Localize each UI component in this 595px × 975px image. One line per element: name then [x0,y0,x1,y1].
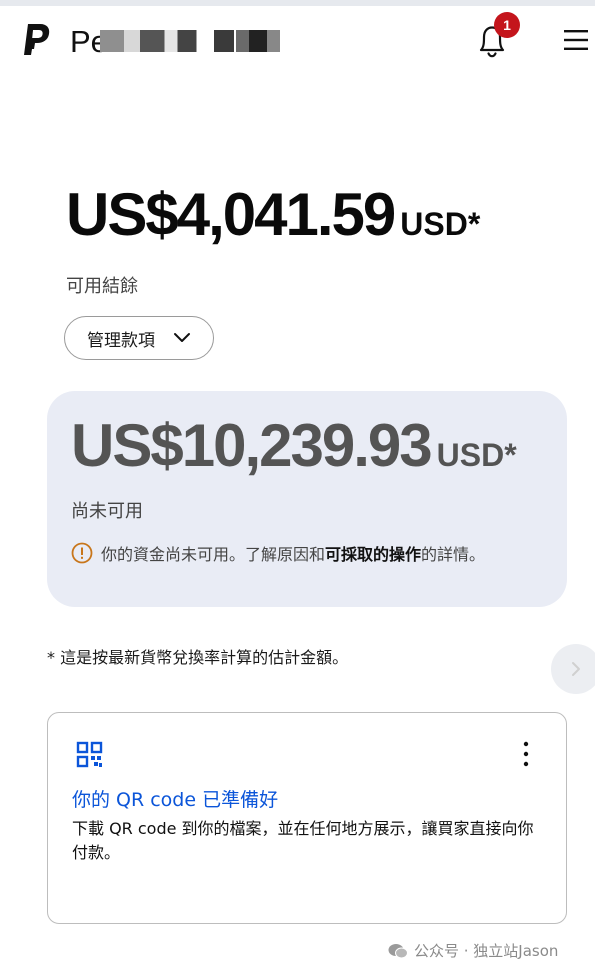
wechat-icon [388,943,408,958]
wechat-watermark: 公众号 · 独立站Jason [388,940,558,961]
redacted-name-block [236,30,280,52]
more-options-icon[interactable] [516,739,536,769]
pending-balance-label: 尚未可用 [71,501,143,522]
warning-info-icon [71,542,93,564]
available-currency: USD* [400,206,481,242]
pending-currency: USD* [436,437,517,473]
notice-suffix: 的詳情。 [421,545,486,564]
qr-card-description: 下載 QR code 到你的檔案，並在任何地方展示，讓買家直接向你付款。 [72,819,534,862]
notice-prefix: 你的資金尚未可用。了解原因和 [101,545,326,564]
qr-card-title[interactable]: 你的 QR code 已準備好 [72,785,278,812]
hamburger-menu-icon[interactable] [562,27,590,53]
qr-code-icon [76,741,103,768]
next-button[interactable] [551,644,595,694]
notification-badge[interactable]: 1 [494,12,520,38]
available-balance-label: 可用結餘 [66,276,138,297]
chevron-right-icon [572,662,580,676]
chevron-down-icon [174,333,190,342]
manage-funds-button[interactable]: 管理款項 [64,316,214,360]
pending-balance-amount: US$10,239.93 USD* [71,411,517,490]
notice-actions-link[interactable]: 可採取的操作 [325,541,421,565]
available-balance-amount: US$4,041.59 USD* [66,180,480,259]
qr-code-card[interactable]: 你的 QR code 已準備好 下載 QR code 到你的檔案，並在任何地方展… [47,712,567,924]
redacted-name-block [100,30,234,52]
manage-funds-label: 管理款項 [87,330,155,351]
pending-notice: 你的資金尚未可用。了解原因和 可採取的操作 的詳情。 [71,541,485,565]
pending-balance-card: US$10,239.93 USD* 尚未可用 你的資金尚未可用。了解原因和 可採取的… [47,391,567,607]
account-name: Pe in [70,22,320,62]
paypal-logo-icon[interactable] [22,22,52,58]
top-divider [0,0,595,6]
available-amount-value: US$4,041.59 [66,181,396,248]
pending-amount-value: US$10,239.93 [71,412,433,479]
watermark-text: 公众号 · 独立站Jason [414,942,559,960]
exchange-rate-footnote: * 這是按最新貨幣兌換率計算的估計金額。 [47,648,349,667]
